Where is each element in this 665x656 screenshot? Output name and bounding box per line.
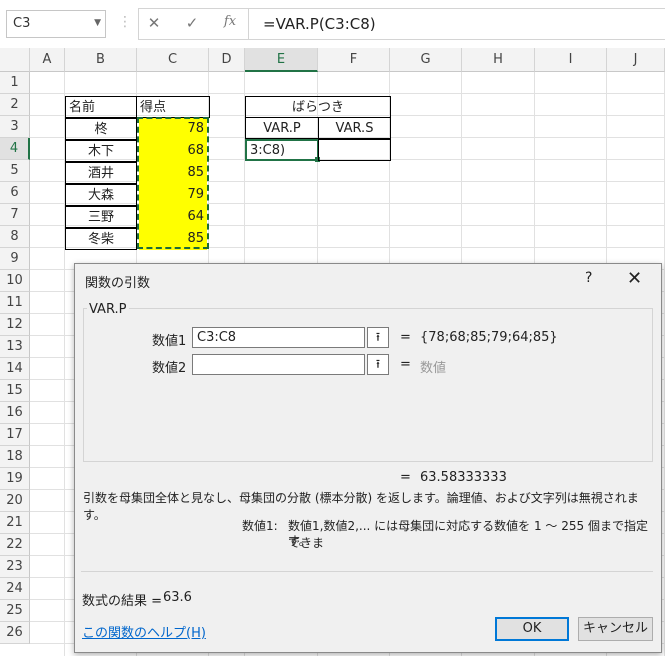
formula-toolbar: C3 ▼ ⋮ ✕ ✓ fx =VAR.P(C3:C8) bbox=[0, 0, 665, 49]
arg-desc-label: 数値1: bbox=[242, 519, 278, 533]
header-name-cell[interactable]: 名前 bbox=[65, 96, 137, 118]
column-header-h[interactable]: H bbox=[462, 48, 535, 72]
column-header-f[interactable]: F bbox=[318, 48, 390, 72]
row-header-1[interactable]: 1 bbox=[0, 72, 30, 94]
formula-buttons: ✕ ✓ fx bbox=[138, 8, 249, 40]
close-icon[interactable]: ✕ bbox=[627, 268, 642, 289]
row-header-8[interactable]: 8 bbox=[0, 226, 30, 248]
arg1-result: {78;68;85;79;64;85} bbox=[420, 330, 558, 345]
row-header-2[interactable]: 2 bbox=[0, 94, 30, 116]
function-name-label: VAR.P bbox=[87, 302, 129, 317]
function-arguments-dialog: 関数の引数 ? ✕ VAR.P 数値1 C3:C8 ⭱ = {78;68;85;… bbox=[74, 263, 662, 653]
cancel-icon[interactable]: ✕ bbox=[143, 14, 165, 34]
row-header-14[interactable]: 14 bbox=[0, 358, 30, 380]
formula-input[interactable]: =VAR.P(C3:C8) bbox=[248, 8, 665, 40]
formula-result-label: 数式の結果 = bbox=[82, 594, 163, 609]
arg-desc-line2: す。 bbox=[288, 534, 311, 548]
dialog-title: 関数の引数 bbox=[85, 276, 151, 291]
column-header-c[interactable]: C bbox=[137, 48, 209, 72]
total-equals: = bbox=[400, 470, 411, 485]
column-header-a[interactable]: A bbox=[30, 48, 65, 72]
column-header-j[interactable]: J bbox=[607, 48, 665, 72]
chevron-down-icon[interactable]: ▼ bbox=[94, 18, 101, 28]
row-header-25[interactable]: 25 bbox=[0, 600, 30, 622]
enter-icon[interactable]: ✓ bbox=[181, 14, 203, 34]
select-all-corner[interactable] bbox=[0, 48, 30, 72]
name-cell[interactable]: 大森 bbox=[65, 184, 137, 206]
arg2-equals: = bbox=[400, 357, 411, 372]
total-value: 63.58333333 bbox=[420, 470, 507, 485]
row-header-13[interactable]: 13 bbox=[0, 336, 30, 358]
function-help-link[interactable]: この関数のヘルプ(H) bbox=[82, 622, 206, 641]
name-cell[interactable]: 三野 bbox=[65, 206, 137, 228]
row-header-6[interactable]: 6 bbox=[0, 182, 30, 204]
column-header-d[interactable]: D bbox=[209, 48, 245, 72]
formula-result-value: 63.6 bbox=[163, 590, 192, 605]
name-box[interactable]: C3 ▼ bbox=[6, 10, 106, 38]
arg1-label: 数値1 bbox=[152, 334, 187, 349]
row-header-5[interactable]: 5 bbox=[0, 160, 30, 182]
row-header-17[interactable]: 17 bbox=[0, 424, 30, 446]
arg2-input[interactable] bbox=[192, 354, 365, 375]
row-header-11[interactable]: 11 bbox=[0, 292, 30, 314]
row-header-16[interactable]: 16 bbox=[0, 402, 30, 424]
name-cell[interactable]: 木下 bbox=[65, 140, 137, 162]
name-cell[interactable]: 冬柴 bbox=[65, 228, 137, 250]
column-header-e[interactable]: E bbox=[245, 48, 318, 72]
arg-desc-line1: 数値1,数値2,... には母集団に対応する数値を 1 ～ 255 個まで指定で… bbox=[288, 519, 648, 550]
row-header-7[interactable]: 7 bbox=[0, 204, 30, 226]
row-header-9[interactable]: 9 bbox=[0, 248, 30, 270]
column-header-g[interactable]: G bbox=[390, 48, 462, 72]
row-header-18[interactable]: 18 bbox=[0, 446, 30, 468]
arg2-hint: 数値 bbox=[420, 361, 447, 376]
insert-function-icon[interactable]: fx bbox=[219, 14, 241, 34]
grid-line bbox=[30, 93, 665, 94]
stats-varp-header[interactable]: VAR.P bbox=[245, 117, 319, 139]
row-header-3[interactable]: 3 bbox=[0, 116, 30, 138]
row-header-10[interactable]: 10 bbox=[0, 270, 30, 292]
stats-title-cell[interactable]: ばらつき bbox=[245, 96, 391, 118]
arg2-label: 数値2 bbox=[152, 361, 187, 376]
row-header-22[interactable]: 22 bbox=[0, 534, 30, 556]
column-header-b[interactable]: B bbox=[65, 48, 137, 72]
column-header-i[interactable]: I bbox=[535, 48, 607, 72]
name-box-value: C3 bbox=[13, 16, 31, 31]
row-header-21[interactable]: 21 bbox=[0, 512, 30, 534]
row-header-12[interactable]: 12 bbox=[0, 314, 30, 336]
row-header-26[interactable]: 26 bbox=[0, 622, 30, 644]
toolbar-grip-icon: ⋮ bbox=[118, 14, 132, 30]
collapse-dialog-icon[interactable]: ⭱ bbox=[367, 327, 389, 348]
collapse-dialog-icon[interactable]: ⭱ bbox=[367, 354, 389, 375]
row-header-23[interactable]: 23 bbox=[0, 556, 30, 578]
formula-text: =VAR.P(C3:C8) bbox=[263, 15, 376, 33]
active-cell-e4[interactable]: 3:C8) bbox=[245, 139, 319, 161]
arg1-input[interactable]: C3:C8 bbox=[192, 327, 365, 348]
row-header-15[interactable]: 15 bbox=[0, 380, 30, 402]
row-header-19[interactable]: 19 bbox=[0, 468, 30, 490]
arg1-equals: = bbox=[400, 330, 411, 345]
row-header-24[interactable]: 24 bbox=[0, 578, 30, 600]
cancel-button[interactable]: キャンセル bbox=[578, 617, 653, 641]
name-cell[interactable]: 酒井 bbox=[65, 162, 137, 184]
help-icon[interactable]: ? bbox=[585, 270, 592, 286]
range-selection-marquee bbox=[137, 117, 209, 249]
ok-button[interactable]: OK bbox=[495, 617, 569, 641]
stats-vars-header[interactable]: VAR.S bbox=[318, 117, 391, 139]
row-header-20[interactable]: 20 bbox=[0, 490, 30, 512]
divider bbox=[81, 571, 653, 572]
row-header-4[interactable]: 4 bbox=[0, 138, 30, 160]
header-score-cell[interactable]: 得点 bbox=[136, 96, 210, 118]
stats-vars-value-cell[interactable] bbox=[318, 139, 391, 161]
name-cell[interactable]: 柊 bbox=[65, 118, 137, 140]
arg1-value: C3:C8 bbox=[197, 330, 237, 345]
